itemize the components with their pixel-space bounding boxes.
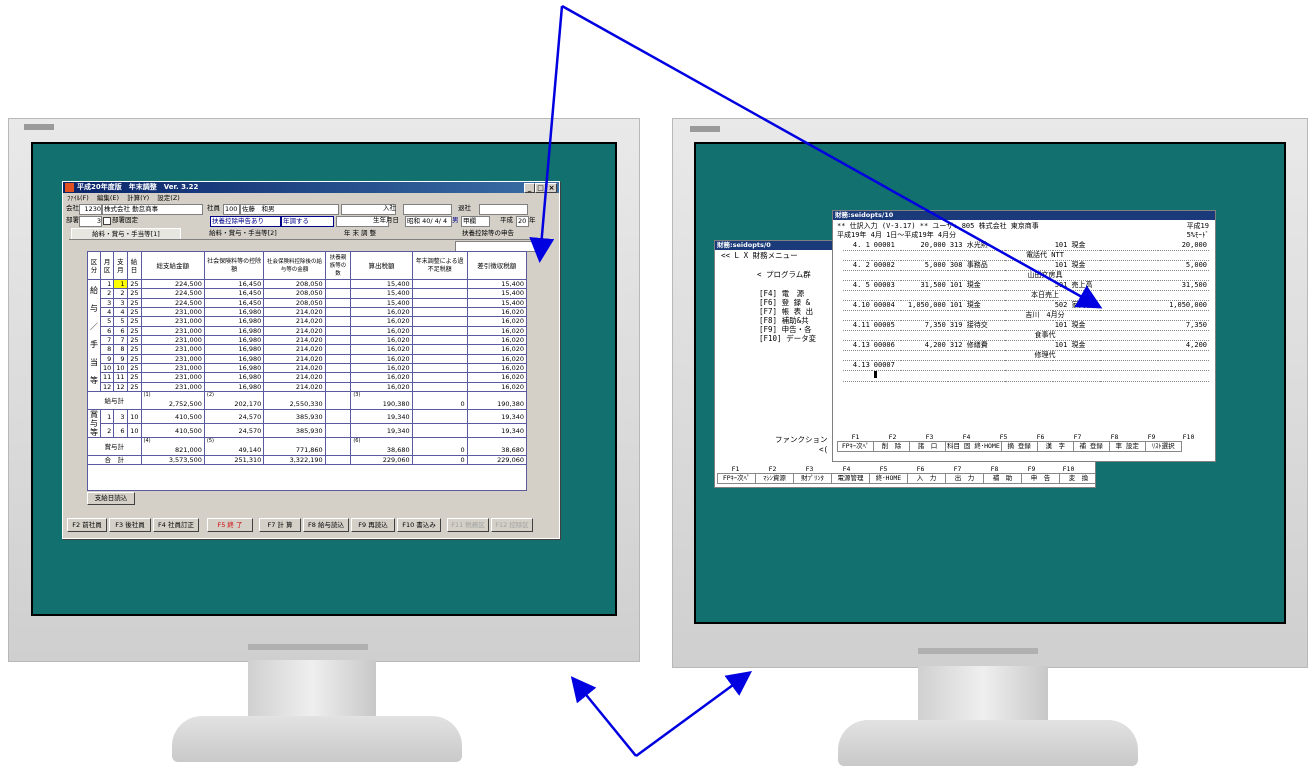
arrow-to-journal <box>561 4 1103 309</box>
arrow-to-left-monitor <box>570 676 637 757</box>
annotation-arrows <box>529 4 1103 758</box>
arrow-to-left-grid <box>529 5 564 263</box>
arrow-to-right-monitor <box>635 671 753 758</box>
